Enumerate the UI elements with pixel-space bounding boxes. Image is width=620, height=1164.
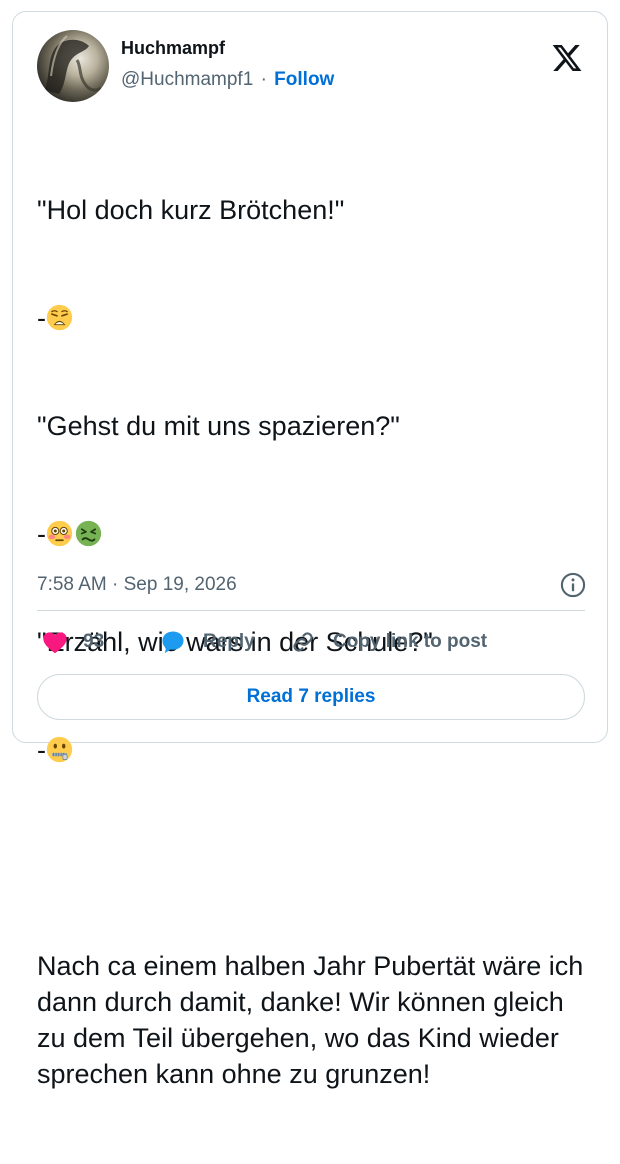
- dash: -: [37, 303, 46, 333]
- copy-link-button[interactable]: Copy link to post: [289, 624, 487, 660]
- reply-bubble-icon: [162, 631, 184, 654]
- link-icon: [293, 632, 313, 652]
- tweet-meta: 7:58 AM · Sep 19, 2026: [37, 570, 587, 600]
- tweet-line-4: -: [37, 516, 597, 552]
- author-display-name[interactable]: Huchmampf: [121, 36, 334, 60]
- tweet-card: Huchmampf @Huchmampf1 · Follow "Hol doch…: [12, 11, 608, 1089]
- like-count: 93: [83, 631, 105, 652]
- follow-button[interactable]: Follow: [274, 69, 334, 90]
- zipper-mouth-face-icon: [46, 736, 73, 763]
- dash: -: [37, 519, 46, 549]
- author-handle[interactable]: @Huchmampf1: [121, 69, 253, 90]
- tweet-date[interactable]: Sep 19, 2026: [124, 574, 237, 595]
- heart-icon: [43, 632, 67, 654]
- divider: [37, 610, 585, 611]
- read-replies-button[interactable]: Read 7 replies: [37, 674, 585, 720]
- reply-button[interactable]: Reply: [159, 624, 255, 660]
- tweet-line-2: -: [37, 300, 597, 336]
- dash: -: [37, 735, 46, 765]
- x-logo-icon[interactable]: [551, 42, 583, 74]
- tweet-line-3: "Gehst du mit uns spazieren?": [37, 411, 400, 441]
- tweet-line-1: "Hol doch kurz Brötchen!": [37, 195, 345, 225]
- info-icon[interactable]: [559, 571, 587, 599]
- tweet-line-6: -: [37, 732, 597, 768]
- avatar[interactable]: [37, 30, 109, 102]
- author-handle-row: @Huchmampf1 · Follow: [121, 68, 334, 92]
- handle-separator: ·: [260, 69, 267, 90]
- tweet-paragraph: Nach ca einem halben Jahr Pubertät wäre …: [37, 951, 591, 1089]
- tweet-time[interactable]: 7:58 AM: [37, 574, 107, 595]
- author-names: Huchmampf @Huchmampf1 · Follow: [121, 36, 334, 92]
- tweet-actions: 93 Reply Copy link to post: [37, 624, 585, 660]
- copy-link-label: Copy link to post: [333, 631, 488, 652]
- weary-face-icon: [46, 304, 73, 331]
- nauseated-face-icon: [75, 520, 102, 547]
- flushed-face-icon: [46, 520, 73, 547]
- meta-separator: ·: [112, 574, 119, 595]
- reply-label: Reply: [203, 631, 255, 652]
- like-button[interactable]: 93: [41, 624, 104, 660]
- tweet-header: Huchmampf @Huchmampf1 · Follow: [37, 30, 585, 102]
